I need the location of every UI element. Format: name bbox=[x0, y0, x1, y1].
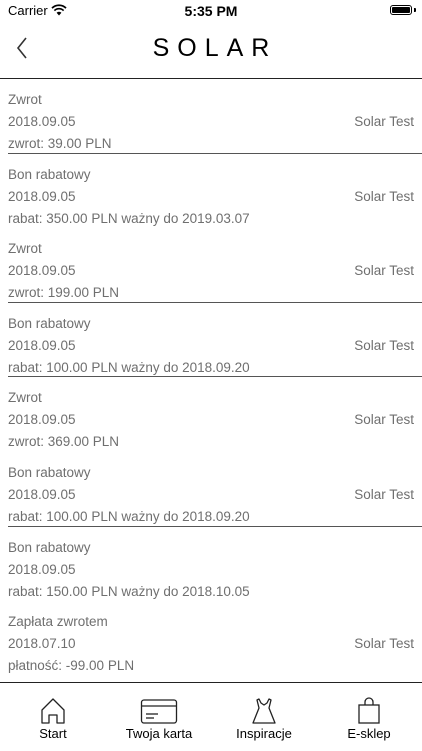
history-item: Bon rabatowy 2018.09.05 rabat: 150.00 PL… bbox=[0, 527, 422, 602]
item-store: Solar Test bbox=[354, 263, 414, 279]
dress-icon bbox=[252, 698, 276, 724]
item-detail: zwrot: 199.00 PLN bbox=[8, 285, 120, 301]
item-date: 2018.09.05 bbox=[8, 263, 76, 279]
tab-esklep-label: E-sklep bbox=[347, 726, 391, 741]
card-icon bbox=[140, 699, 178, 724]
nav-bar: SOLAR bbox=[0, 22, 422, 79]
item-date: 2018.09.05 bbox=[8, 114, 76, 129]
item-store: Solar Test bbox=[354, 337, 414, 353]
item-detail: zwrot: 369.00 PLN bbox=[8, 434, 120, 450]
item-detail: rabat: 100.00 PLN ważny do 2018.09.20 bbox=[8, 508, 250, 524]
item-type: Bon rabatowy bbox=[8, 166, 91, 182]
item-date: 2018.09.05 bbox=[8, 337, 76, 353]
home-icon bbox=[41, 698, 65, 724]
item-date: 2018.09.05 bbox=[8, 412, 76, 428]
item-date: 2018.07.10 bbox=[8, 636, 76, 652]
item-store: Solar Test bbox=[354, 188, 414, 204]
history-item: Bon rabatowy 2018.09.05 Solar Test rabat… bbox=[0, 154, 422, 229]
brand-logo: SOLAR bbox=[152, 34, 278, 62]
item-detail: rabat: 350.00 PLN ważny do 2019.03.07 bbox=[8, 210, 250, 226]
tab-card-label: Twoja karta bbox=[125, 726, 193, 741]
item-store: Solar Test bbox=[354, 412, 414, 428]
item-type: Zwrot bbox=[8, 241, 42, 257]
history-item: Zwrot 2018.09.05 Solar Test zwrot: 39.00… bbox=[0, 79, 422, 154]
tab-start[interactable]: Start bbox=[14, 683, 92, 751]
item-type: Zwrot bbox=[8, 390, 42, 406]
item-date: 2018.09.05 bbox=[8, 486, 76, 502]
history-item: Zwrot 2018.09.05 Solar Test zwrot: 369.0… bbox=[0, 377, 422, 452]
item-detail: zwrot: 39.00 PLN bbox=[8, 136, 112, 151]
status-bar: Carrier 5:35 PM bbox=[0, 0, 422, 22]
item-type: Bon rabatowy bbox=[8, 539, 91, 555]
item-type: Bon rabatowy bbox=[8, 464, 91, 480]
item-store: Solar Test bbox=[354, 486, 414, 502]
history-item: Bon rabatowy 2018.09.05 Solar Test rabat… bbox=[0, 452, 422, 527]
item-store: Solar Test bbox=[354, 636, 414, 652]
item-date: 2018.09.05 bbox=[8, 561, 76, 577]
tab-esklep[interactable]: E-sklep bbox=[330, 683, 408, 751]
item-date: 2018.09.05 bbox=[8, 188, 76, 204]
item-detail: rabat: 100.00 PLN ważny do 2018.09.20 bbox=[8, 359, 250, 375]
bag-icon bbox=[358, 697, 380, 724]
history-item: Bon rabatowy 2018.09.05 Solar Test rabat… bbox=[0, 303, 422, 378]
tab-bar: Start Twoja karta Inspiracje E-sklep bbox=[0, 682, 422, 751]
item-type: Zwrot bbox=[8, 92, 42, 107]
item-store: Solar Test bbox=[354, 114, 414, 129]
history-item: Zapłata zwrotem 2018.07.10 Solar Test pł… bbox=[0, 601, 422, 676]
item-detail: płatność: -99.00 PLN bbox=[8, 658, 135, 674]
clock: 5:35 PM bbox=[184, 3, 238, 19]
tab-inspiracje-label: Inspiracje bbox=[236, 726, 292, 741]
tab-inspiracje[interactable]: Inspiracje bbox=[222, 683, 306, 751]
tab-start-label: Start bbox=[39, 726, 67, 741]
item-detail: rabat: 150.00 PLN ważny do 2018.10.05 bbox=[8, 583, 250, 599]
tab-card[interactable]: Twoja karta bbox=[116, 683, 202, 751]
history-list[interactable]: Zwrot 2018.09.05 Solar Test zwrot: 39.00… bbox=[0, 79, 422, 682]
history-item: Zwrot 2018.09.05 Solar Test zwrot: 199.0… bbox=[0, 228, 422, 303]
item-type: Zapłata zwrotem bbox=[8, 614, 108, 630]
item-type: Bon rabatowy bbox=[8, 315, 91, 331]
battery-tip bbox=[414, 8, 416, 12]
battery-icon bbox=[390, 5, 412, 15]
